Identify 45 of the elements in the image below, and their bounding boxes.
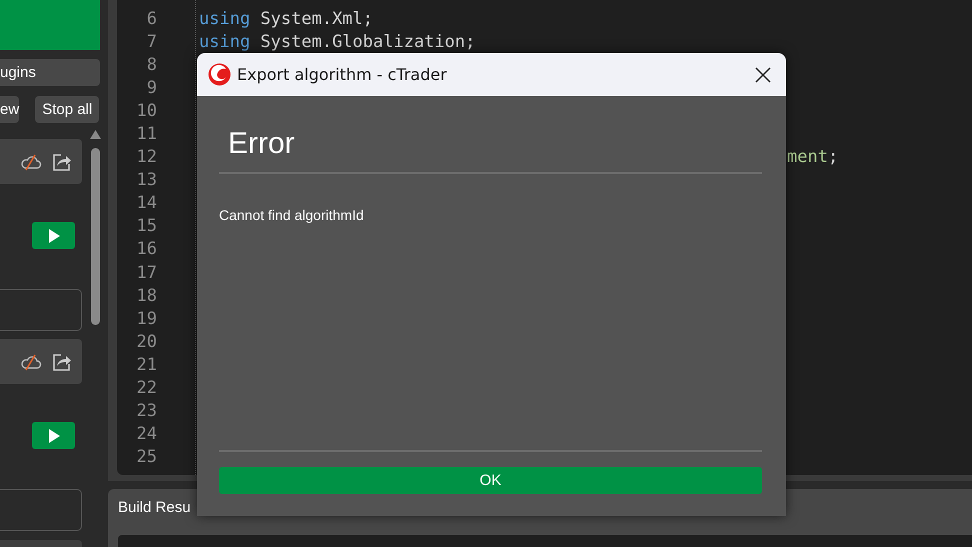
play-icon xyxy=(48,428,60,442)
line-number: 6 xyxy=(146,8,157,31)
line-number: 19 xyxy=(136,308,157,331)
code-line: ment; xyxy=(787,147,838,168)
line-number: 10 xyxy=(136,100,157,124)
code-line: using System.Xml; xyxy=(199,9,374,29)
play-button[interactable] xyxy=(32,422,75,449)
line-number: 16 xyxy=(136,238,157,262)
line-number: 20 xyxy=(136,330,157,354)
line-number: 18 xyxy=(136,284,157,308)
line-number: 17 xyxy=(136,262,157,285)
line-number: 12 xyxy=(136,146,157,170)
share-icon[interactable] xyxy=(52,152,72,172)
line-number: 8 xyxy=(146,54,157,78)
line-number: 25 xyxy=(136,446,157,469)
input-field[interactable] xyxy=(0,489,82,531)
window-title: Export algorithm - cTrader xyxy=(237,65,447,84)
play-icon xyxy=(48,228,60,242)
line-number: 14 xyxy=(136,192,157,216)
line-number: 13 xyxy=(136,169,157,192)
line-number: 22 xyxy=(136,376,157,400)
line-number: 21 xyxy=(136,354,157,377)
line-number: 9 xyxy=(146,77,157,100)
line-number: 11 xyxy=(136,123,157,146)
scrollbar-thumb[interactable] xyxy=(91,148,100,325)
play-button[interactable] xyxy=(32,222,75,249)
line-number: 23 xyxy=(136,400,157,423)
panel-title: Build Resu xyxy=(118,499,191,516)
code-line: using System.Globalization; xyxy=(199,32,476,52)
error-heading: Error xyxy=(228,127,296,161)
action-button[interactable]: ew xyxy=(0,96,20,123)
share-icon[interactable] xyxy=(52,352,72,372)
cloud-off-icon[interactable] xyxy=(20,152,42,170)
line-number: 24 xyxy=(136,422,157,446)
ok-button[interactable]: OK xyxy=(219,467,762,494)
action-button[interactable]: Stop all xyxy=(35,96,100,123)
line-number: 15 xyxy=(136,215,157,238)
scroll-up-icon[interactable] xyxy=(90,130,101,139)
app-logo-icon xyxy=(208,63,231,86)
plugins-button[interactable]: ugins xyxy=(0,59,100,86)
cloud-off-icon[interactable] xyxy=(20,352,42,370)
error-message: Cannot find algorithmId xyxy=(219,207,365,223)
close-icon xyxy=(755,66,771,82)
input-field[interactable] xyxy=(0,289,82,331)
line-number: 7 xyxy=(146,31,157,54)
